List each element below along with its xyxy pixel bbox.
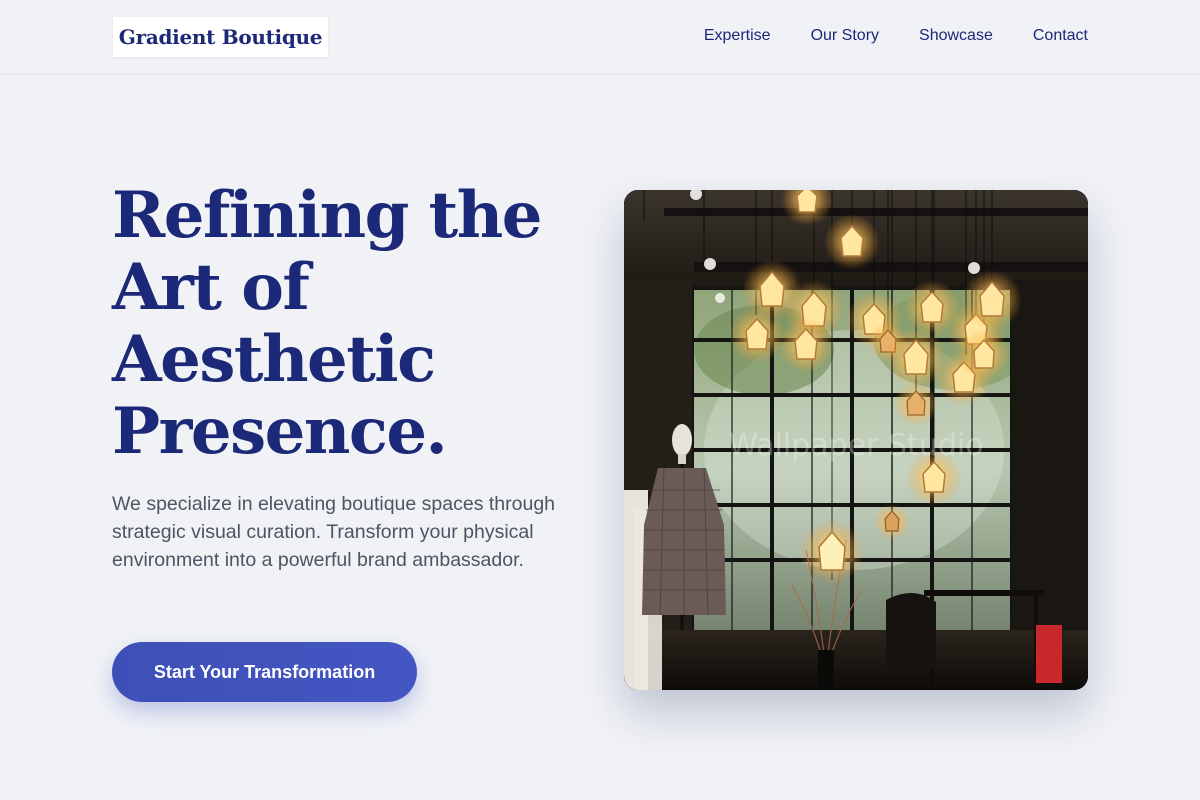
hero-title-line: Refining the — [112, 178, 542, 253]
logo-text: Gradient Boutique — [118, 25, 323, 49]
logo[interactable]: Gradient Boutique — [113, 17, 328, 57]
boutique-interior-illustration: Wallpaper Studio — [624, 190, 1088, 690]
start-transformation-button[interactable]: Start Your Transformation — [112, 642, 417, 702]
hero-title-line: Presence. — [112, 394, 448, 469]
hero-image-boutique-interior: Wallpaper Studio — [624, 190, 1088, 690]
nav-link-our-story[interactable]: Our Story — [811, 26, 879, 46]
top-navbar: Gradient Boutique Expertise Our Story Sh… — [0, 0, 1200, 75]
hero-title-line: Art of — [112, 250, 310, 325]
hero-description: We specialize in elevating boutique spac… — [112, 493, 556, 571]
hero-title-line: Aesthetic — [112, 322, 436, 397]
nav-link-contact[interactable]: Contact — [1033, 26, 1088, 46]
nav-link-showcase[interactable]: Showcase — [919, 26, 993, 46]
image-watermark: Wallpaper Studio — [728, 428, 983, 463]
nav-link-expertise[interactable]: Expertise — [704, 26, 771, 46]
hero-title: Refining the Art of Aesthetic Presence. — [112, 180, 582, 468]
main-nav: Expertise Our Story Showcase Contact — [704, 26, 1088, 46]
